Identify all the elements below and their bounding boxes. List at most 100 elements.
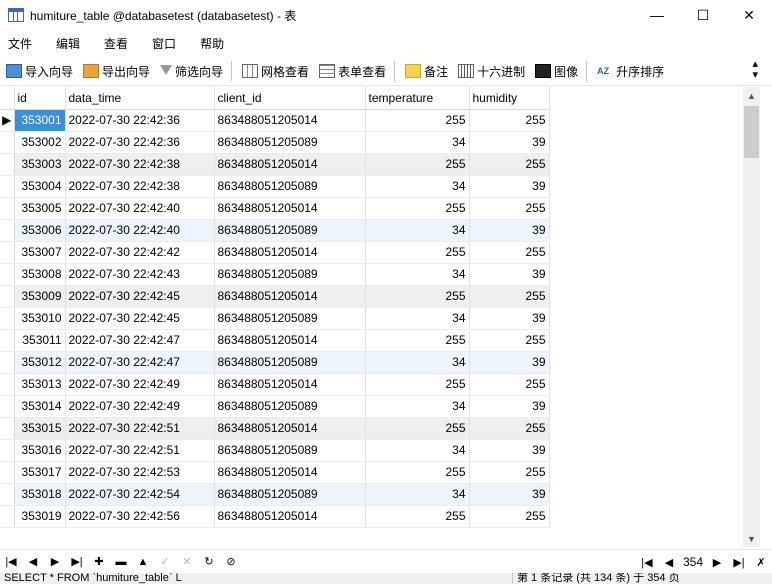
cell-id[interactable]: 353012	[14, 351, 66, 374]
cell-data-time[interactable]: 2022-07-30 22:42:42	[65, 241, 215, 264]
cell-client-id[interactable]: 863488051205014	[214, 285, 366, 308]
column-header-client-id[interactable]: client_id	[214, 87, 366, 110]
row-indicator[interactable]	[0, 395, 15, 418]
cell-temperature[interactable]: 34	[365, 439, 470, 462]
cell-id[interactable]: 353017	[14, 461, 66, 484]
cell-client-id[interactable]: 863488051205014	[214, 329, 366, 352]
export-wizard-button[interactable]: 导出向导	[79, 60, 154, 82]
cell-temperature[interactable]: 255	[365, 461, 470, 484]
cell-id[interactable]: 353009	[14, 285, 66, 308]
cell-data-time[interactable]: 2022-07-30 22:42:40	[65, 197, 215, 220]
cell-temperature[interactable]: 34	[365, 395, 470, 418]
cell-temperature[interactable]: 34	[365, 307, 470, 330]
close-button[interactable]: ✕	[726, 0, 772, 30]
scroll-down-icon[interactable]: ▼	[743, 530, 760, 547]
cell-data-time[interactable]: 2022-07-30 22:42:47	[65, 329, 215, 352]
page-number[interactable]: 354	[680, 555, 706, 569]
cell-humidity[interactable]: 39	[469, 307, 550, 330]
next-record-icon[interactable]: ▶	[44, 552, 66, 572]
cell-id[interactable]: 353014	[14, 395, 66, 418]
row-indicator[interactable]	[0, 505, 15, 528]
cell-data-time[interactable]: 2022-07-30 22:42:47	[65, 351, 215, 374]
first-record-icon[interactable]: |◀	[0, 552, 22, 572]
cell-client-id[interactable]: 863488051205014	[214, 153, 366, 176]
cell-client-id[interactable]: 863488051205089	[214, 439, 366, 462]
form-view-button[interactable]: 表单查看	[315, 60, 390, 82]
scrollbar-thumb[interactable]	[744, 106, 759, 158]
table-row[interactable]: 353017 2022-07-30 22:42:53 863488051205014…	[0, 461, 550, 484]
row-indicator[interactable]	[0, 219, 15, 242]
cell-client-id[interactable]: 863488051205014	[214, 461, 366, 484]
last-page-icon[interactable]: ▶|	[728, 552, 750, 572]
cell-temperature[interactable]: 255	[365, 505, 470, 528]
delete-record-icon[interactable]: ▬	[110, 552, 132, 572]
stop-icon[interactable]: ⊘	[220, 552, 242, 572]
table-row[interactable]: 353010 2022-07-30 22:42:45 863488051205089…	[0, 307, 550, 330]
cell-data-time[interactable]: 2022-07-30 22:42:53	[65, 461, 215, 484]
cell-id[interactable]: 353010	[14, 307, 66, 330]
cell-humidity[interactable]: 255	[469, 505, 550, 528]
edit-record-icon[interactable]: ▲	[132, 552, 154, 572]
cell-humidity[interactable]: 255	[469, 285, 550, 308]
table-row[interactable]: 353016 2022-07-30 22:42:51 863488051205089…	[0, 439, 550, 462]
table-row[interactable]: 353003 2022-07-30 22:42:38 863488051205014…	[0, 153, 550, 176]
row-indicator[interactable]	[0, 131, 15, 154]
table-row[interactable]: 353011 2022-07-30 22:42:47 863488051205014…	[0, 329, 550, 352]
cell-data-time[interactable]: 2022-07-30 22:42:49	[65, 395, 215, 418]
cell-temperature[interactable]: 34	[365, 131, 470, 154]
cell-id[interactable]: 353002	[14, 131, 66, 154]
vertical-scrollbar[interactable]: ▲ ▼	[743, 87, 760, 547]
refresh-icon[interactable]: ↻	[198, 552, 220, 572]
cell-temperature[interactable]: 255	[365, 153, 470, 176]
column-header-data-time[interactable]: data_time	[65, 87, 215, 110]
cell-client-id[interactable]: 863488051205089	[214, 175, 366, 198]
apply-changes-icon[interactable]: ✓	[154, 552, 176, 572]
cell-temperature[interactable]: 255	[365, 417, 470, 440]
cell-temperature[interactable]: 255	[365, 241, 470, 264]
import-wizard-button[interactable]: 导入向导	[2, 60, 77, 82]
cell-client-id[interactable]: 863488051205014	[214, 417, 366, 440]
cell-id[interactable]: 353019	[14, 505, 66, 528]
cell-humidity[interactable]: 255	[469, 373, 550, 396]
cell-temperature[interactable]: 34	[365, 219, 470, 242]
cell-humidity[interactable]: 255	[469, 329, 550, 352]
table-row[interactable]: 353012 2022-07-30 22:42:47 863488051205089…	[0, 351, 550, 374]
cell-id[interactable]: 353016	[14, 439, 66, 462]
cell-temperature[interactable]: 34	[365, 351, 470, 374]
cell-temperature[interactable]: 255	[365, 373, 470, 396]
cell-humidity[interactable]: 255	[469, 417, 550, 440]
cell-humidity[interactable]: 255	[469, 241, 550, 264]
memo-button[interactable]: 备注	[401, 60, 452, 82]
cell-id[interactable]: 353003	[14, 153, 66, 176]
cell-data-time[interactable]: 2022-07-30 22:42:54	[65, 483, 215, 506]
table-row[interactable]: 353007 2022-07-30 22:42:42 863488051205014…	[0, 241, 550, 264]
menu-edit[interactable]: 编辑	[48, 35, 92, 52]
cell-client-id[interactable]: 863488051205089	[214, 351, 366, 374]
menu-window[interactable]: 窗口	[144, 35, 188, 52]
cell-humidity[interactable]: 255	[469, 197, 550, 220]
cell-humidity[interactable]: 39	[469, 175, 550, 198]
row-indicator[interactable]	[0, 263, 15, 286]
cell-id[interactable]: 353004	[14, 175, 66, 198]
table-row[interactable]: 353018 2022-07-30 22:42:54 863488051205089…	[0, 483, 550, 506]
cell-id[interactable]: 353007	[14, 241, 66, 264]
table-row[interactable]: 353009 2022-07-30 22:42:45 863488051205014…	[0, 285, 550, 308]
cell-data-time[interactable]: 2022-07-30 22:42:38	[65, 175, 215, 198]
cell-temperature[interactable]: 255	[365, 329, 470, 352]
cell-id[interactable]: 353006	[14, 219, 66, 242]
cell-humidity[interactable]: 255	[469, 153, 550, 176]
hex-button[interactable]: 十六进制	[454, 60, 529, 82]
cell-data-time[interactable]: 2022-07-30 22:42:49	[65, 373, 215, 396]
toolbar-overflow-icon[interactable]: ▴ ▾	[752, 59, 758, 81]
current-row-indicator-icon[interactable]: ▶	[0, 109, 15, 132]
row-indicator[interactable]	[0, 439, 15, 462]
cell-id[interactable]: 353011	[14, 329, 66, 352]
cell-id[interactable]: 353018	[14, 483, 66, 506]
grid-view-button[interactable]: 网格查看	[238, 60, 313, 82]
cell-id[interactable]: 353013	[14, 373, 66, 396]
maximize-button[interactable]: ☐	[680, 0, 726, 30]
minimize-button[interactable]: —	[634, 0, 680, 30]
row-indicator[interactable]	[0, 153, 15, 176]
add-record-icon[interactable]: ✚	[88, 552, 110, 572]
row-indicator[interactable]	[0, 175, 15, 198]
